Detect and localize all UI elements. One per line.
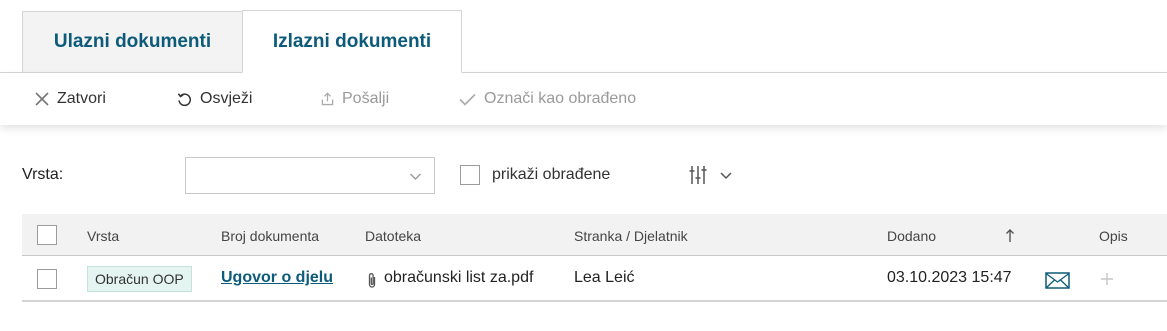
column-header-party[interactable]: Stranka / Djelatnik (574, 228, 688, 244)
paperclip-icon (368, 273, 376, 288)
column-header-added[interactable]: Dodano (887, 228, 936, 244)
close-button[interactable]: Zatvori (35, 73, 106, 125)
document-type-badge: Obračun OOP (87, 266, 192, 292)
add-description-icon[interactable] (1100, 272, 1114, 286)
table-header: Vrsta Broj dokumenta Datoteka Stranka / … (22, 214, 1167, 256)
tab-incoming-documents[interactable]: Ulazni dokumenti (22, 11, 242, 73)
share-icon (321, 92, 334, 106)
refresh-icon (177, 92, 192, 106)
sliders-icon (689, 166, 732, 184)
send-button[interactable]: Pošalji (321, 73, 389, 125)
column-header-type[interactable]: Vrsta (87, 228, 119, 244)
tab-bar: Ulazni dokumenti Izlazni dokumenti (0, 0, 1167, 73)
refresh-button-label: Osvježi (200, 90, 253, 107)
column-header-description[interactable]: Opis (1099, 228, 1128, 244)
type-filter-label: Vrsta: (22, 166, 64, 183)
table-row[interactable]: Obračun OOP Ugovor o djelu obračunski li… (22, 256, 1167, 302)
show-processed-label: prikaži obrađene (492, 166, 611, 183)
document-number-link[interactable]: Ugovor o djelu (221, 269, 333, 287)
checkmark-icon (459, 93, 476, 106)
column-header-document-number[interactable]: Broj dokumenta (221, 228, 319, 244)
added-date: 03.10.2023 15:47 (887, 269, 1012, 286)
close-button-label: Zatvori (57, 90, 106, 107)
refresh-button[interactable]: Osvježi (177, 73, 252, 125)
attached-file-link[interactable]: obračunski list za.pdf (384, 269, 533, 287)
party-name: Lea Leić (574, 269, 635, 286)
toolbar: Zatvori Osvježi Pošalji Označi kao obrađ… (0, 73, 1167, 125)
close-icon (35, 92, 49, 106)
chevron-down-icon (410, 173, 421, 180)
mark-processed-button[interactable]: Označi kao obrađeno (459, 73, 636, 125)
type-select[interactable] (185, 157, 435, 194)
select-all-checkbox[interactable] (37, 225, 57, 245)
sort-ascending-icon[interactable] (1005, 228, 1015, 243)
column-header-file[interactable]: Datoteka (365, 228, 421, 244)
column-settings-button[interactable] (688, 164, 736, 191)
send-button-label: Pošalji (342, 90, 390, 107)
envelope-icon[interactable] (1045, 272, 1070, 289)
mark-processed-button-label: Označi kao obrađeno (484, 90, 637, 107)
tab-outgoing-documents[interactable]: Izlazni dokumenti (242, 10, 462, 73)
show-processed-checkbox[interactable] (460, 165, 480, 185)
row-checkbox[interactable] (37, 269, 57, 289)
